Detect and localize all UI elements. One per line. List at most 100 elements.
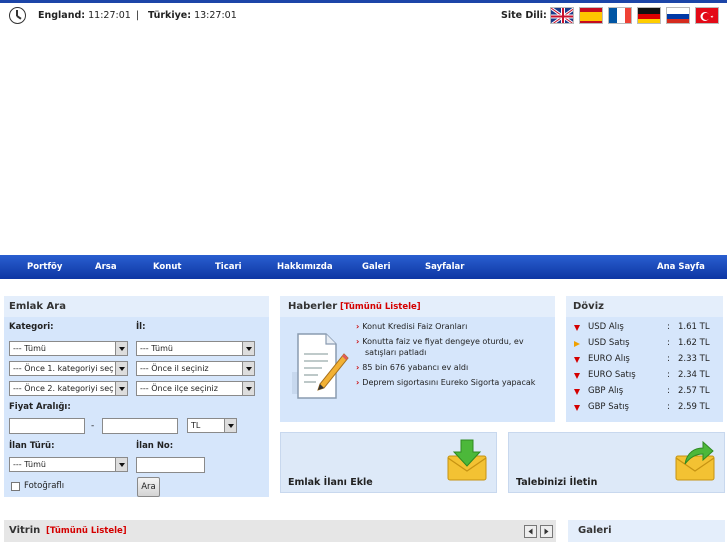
subcategory2-select[interactable]: --- Önce 2. kategoriyi seç [9,381,128,396]
currency-colon: : [667,338,670,348]
chevron-down-icon [242,342,254,355]
showcase-next-button[interactable] [540,525,553,538]
currency-title: Döviz [573,301,604,312]
news-title: Haberler [288,301,338,312]
currency-name: USD Satış [588,338,630,348]
search-title: Emlak Ara [9,301,66,312]
chevron-right-icon: › [356,322,360,331]
currency-value: 1.62 TL [678,338,710,348]
photo-only-label: Fotoğraflı [24,481,65,491]
currency-row: USD Satış : 1.62 TL [572,338,720,354]
england-label: England: [38,10,86,21]
currency-name: EURO Satış [588,370,636,380]
neighborhood-select-value: --- Önce ilçe seçiniz [140,384,218,393]
trend-down-icon [574,405,580,411]
listing-no-label: İlan No: [136,441,174,451]
news-item-text[interactable]: 85 bin 676 yabancı ev aldı [362,363,468,372]
news-item[interactable]: › 85 bin 676 yabancı ev aldı [356,362,546,373]
currency-row: GBP Satış : 2.59 TL [572,402,720,418]
subcategory2-select-value: --- Önce 2. kategoriyi seç [13,384,114,393]
currency-row: EURO Alış : 2.33 TL [572,354,720,370]
news-item-text[interactable]: Deprem sigortasını Eureko Sigorta yapaca… [362,378,535,387]
currency-value: 2.34 TL [678,370,710,380]
currency-row: USD Alış : 1.61 TL [572,322,720,338]
envelope-download-icon [445,438,489,482]
category-select[interactable]: --- Tümü [9,341,128,356]
news-item-text[interactable]: Konutta faiz ve fiyat dengeye oturdu, ev… [362,337,523,357]
neighborhood-select[interactable]: --- Önce ilçe seçiniz [136,381,255,396]
price-max-input[interactable] [102,418,178,434]
currency-name: GBP Alış [588,386,624,396]
top-accent-line [0,0,727,3]
photo-only-checkbox[interactable] [11,482,20,491]
price-range-label: Fiyat Aralığı: [9,402,71,412]
province-select-value: --- Tümü [140,344,173,353]
chevron-down-icon [115,458,127,471]
category-select-value: --- Tümü [13,344,46,353]
nav-portfoy[interactable]: Portföy [27,262,62,272]
price-min-input[interactable] [9,418,85,434]
document-edit-icon [288,328,350,408]
currency-value: 2.59 TL [678,402,710,412]
turkey-flag-icon[interactable] [695,7,719,24]
showcase-prev-button[interactable] [524,525,537,538]
currency-colon: : [667,386,670,396]
currency-value: 2.57 TL [678,386,710,396]
clock-icon [9,7,26,24]
currency-row: GBP Alış : 2.57 TL [572,386,720,402]
currency-name: USD Alış [588,322,624,332]
listing-type-select[interactable]: --- Tümü [9,457,128,472]
province-label: İl: [136,322,146,332]
turkiye-time: 13:27:01 [194,10,237,21]
trend-down-icon [574,373,580,379]
showcase-list-all-link[interactable]: [Tümünü Listele] [46,526,127,536]
search-button[interactable]: Ara [137,477,160,497]
spain-flag-icon[interactable] [579,7,603,24]
nav-hakkimizda[interactable]: Hakkımızda [277,262,333,272]
england-time: 11:27:01 [88,10,131,21]
nav-sayfalar[interactable]: Sayfalar [425,262,464,272]
currency-colon: : [667,322,670,332]
nav-arsa[interactable]: Arsa [95,262,117,272]
france-flag-icon[interactable] [608,7,632,24]
uk-flag-icon[interactable] [550,7,574,24]
news-list-all-link[interactable]: [Tümünü Listele] [340,302,421,312]
news-item[interactable]: › Konutta faiz ve fiyat dengeye oturdu, e… [356,336,546,358]
nav-konut[interactable]: Konut [153,262,181,272]
currency-table: USD Alış : 1.61 TL USD Satış : 1.62 TL E… [572,322,720,418]
currency-select[interactable]: TL [187,418,237,433]
district-select[interactable]: --- Önce il seçiniz [136,361,255,376]
currency-name: GBP Satış [588,402,629,412]
subcategory1-select[interactable]: --- Önce 1. kategoriyi seç [9,361,128,376]
currency-name: EURO Alış [588,354,630,364]
nav-galeri[interactable]: Galeri [362,262,391,272]
turkiye-label: Türkiye: [148,10,192,21]
province-select[interactable]: --- Tümü [136,341,255,356]
chevron-right-icon: › [356,337,360,346]
listing-no-input[interactable] [136,457,205,473]
russia-flag-icon[interactable] [666,7,690,24]
nav-ticari[interactable]: Ticari [215,262,242,272]
england-clock: England: 11:27:01 [38,10,131,21]
listing-type-label: İlan Türü: [9,441,55,451]
currency-colon: : [667,354,670,364]
district-select-value: --- Önce il seçiniz [140,364,209,373]
germany-flag-icon[interactable] [637,7,661,24]
price-dash: - [91,421,95,431]
envelope-send-icon [673,438,717,482]
currency-select-value: TL [191,421,201,430]
category-label: Kategori: [9,322,54,332]
news-item[interactable]: › Deprem sigortasını Eureko Sigorta yapac… [356,377,546,388]
send-request-label[interactable]: Talebinizi İletin [516,477,597,488]
news-item-text[interactable]: Konut Kredisi Faiz Oranları [362,322,467,331]
news-item[interactable]: › Konut Kredisi Faiz Oranları [356,321,546,332]
nav-home[interactable]: Ana Sayfa [657,262,705,272]
subcategory1-select-value: --- Önce 1. kategoriyi seç [13,364,114,373]
triangle-left-icon [528,528,533,535]
trend-down-icon [574,325,580,331]
add-listing-label[interactable]: Emlak İlanı Ekle [288,477,373,488]
currency-value: 2.33 TL [678,354,710,364]
triangle-right-icon [544,528,549,535]
trend-flat-icon [574,341,580,347]
clock-separator: | [136,10,140,21]
